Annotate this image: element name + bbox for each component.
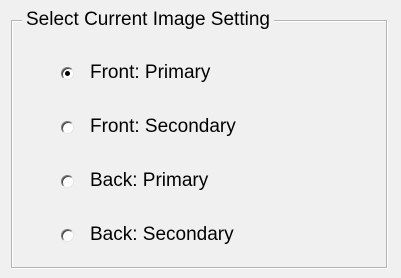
radio-option-back-secondary[interactable]: Back: Secondary bbox=[61, 223, 234, 247]
radio-option-front-primary[interactable]: Front: Primary bbox=[61, 61, 210, 85]
radio-label-back-primary[interactable]: Back: Primary bbox=[90, 170, 208, 192]
radio-option-back-primary[interactable]: Back: Primary bbox=[61, 169, 208, 193]
radio-button-front-secondary[interactable] bbox=[61, 120, 74, 134]
groupbox-title: Select Current Image Setting bbox=[22, 9, 274, 31]
radio-selected-dot-icon bbox=[65, 70, 70, 76]
radio-label-front-primary[interactable]: Front: Primary bbox=[90, 62, 210, 84]
radio-option-front-secondary[interactable]: Front: Secondary bbox=[61, 115, 236, 139]
radio-label-back-secondary[interactable]: Back: Secondary bbox=[90, 224, 234, 246]
radio-button-back-primary[interactable] bbox=[61, 174, 74, 188]
radio-label-front-secondary[interactable]: Front: Secondary bbox=[90, 116, 236, 138]
radio-button-front-primary[interactable] bbox=[61, 66, 74, 80]
radio-button-back-secondary[interactable] bbox=[61, 228, 74, 242]
